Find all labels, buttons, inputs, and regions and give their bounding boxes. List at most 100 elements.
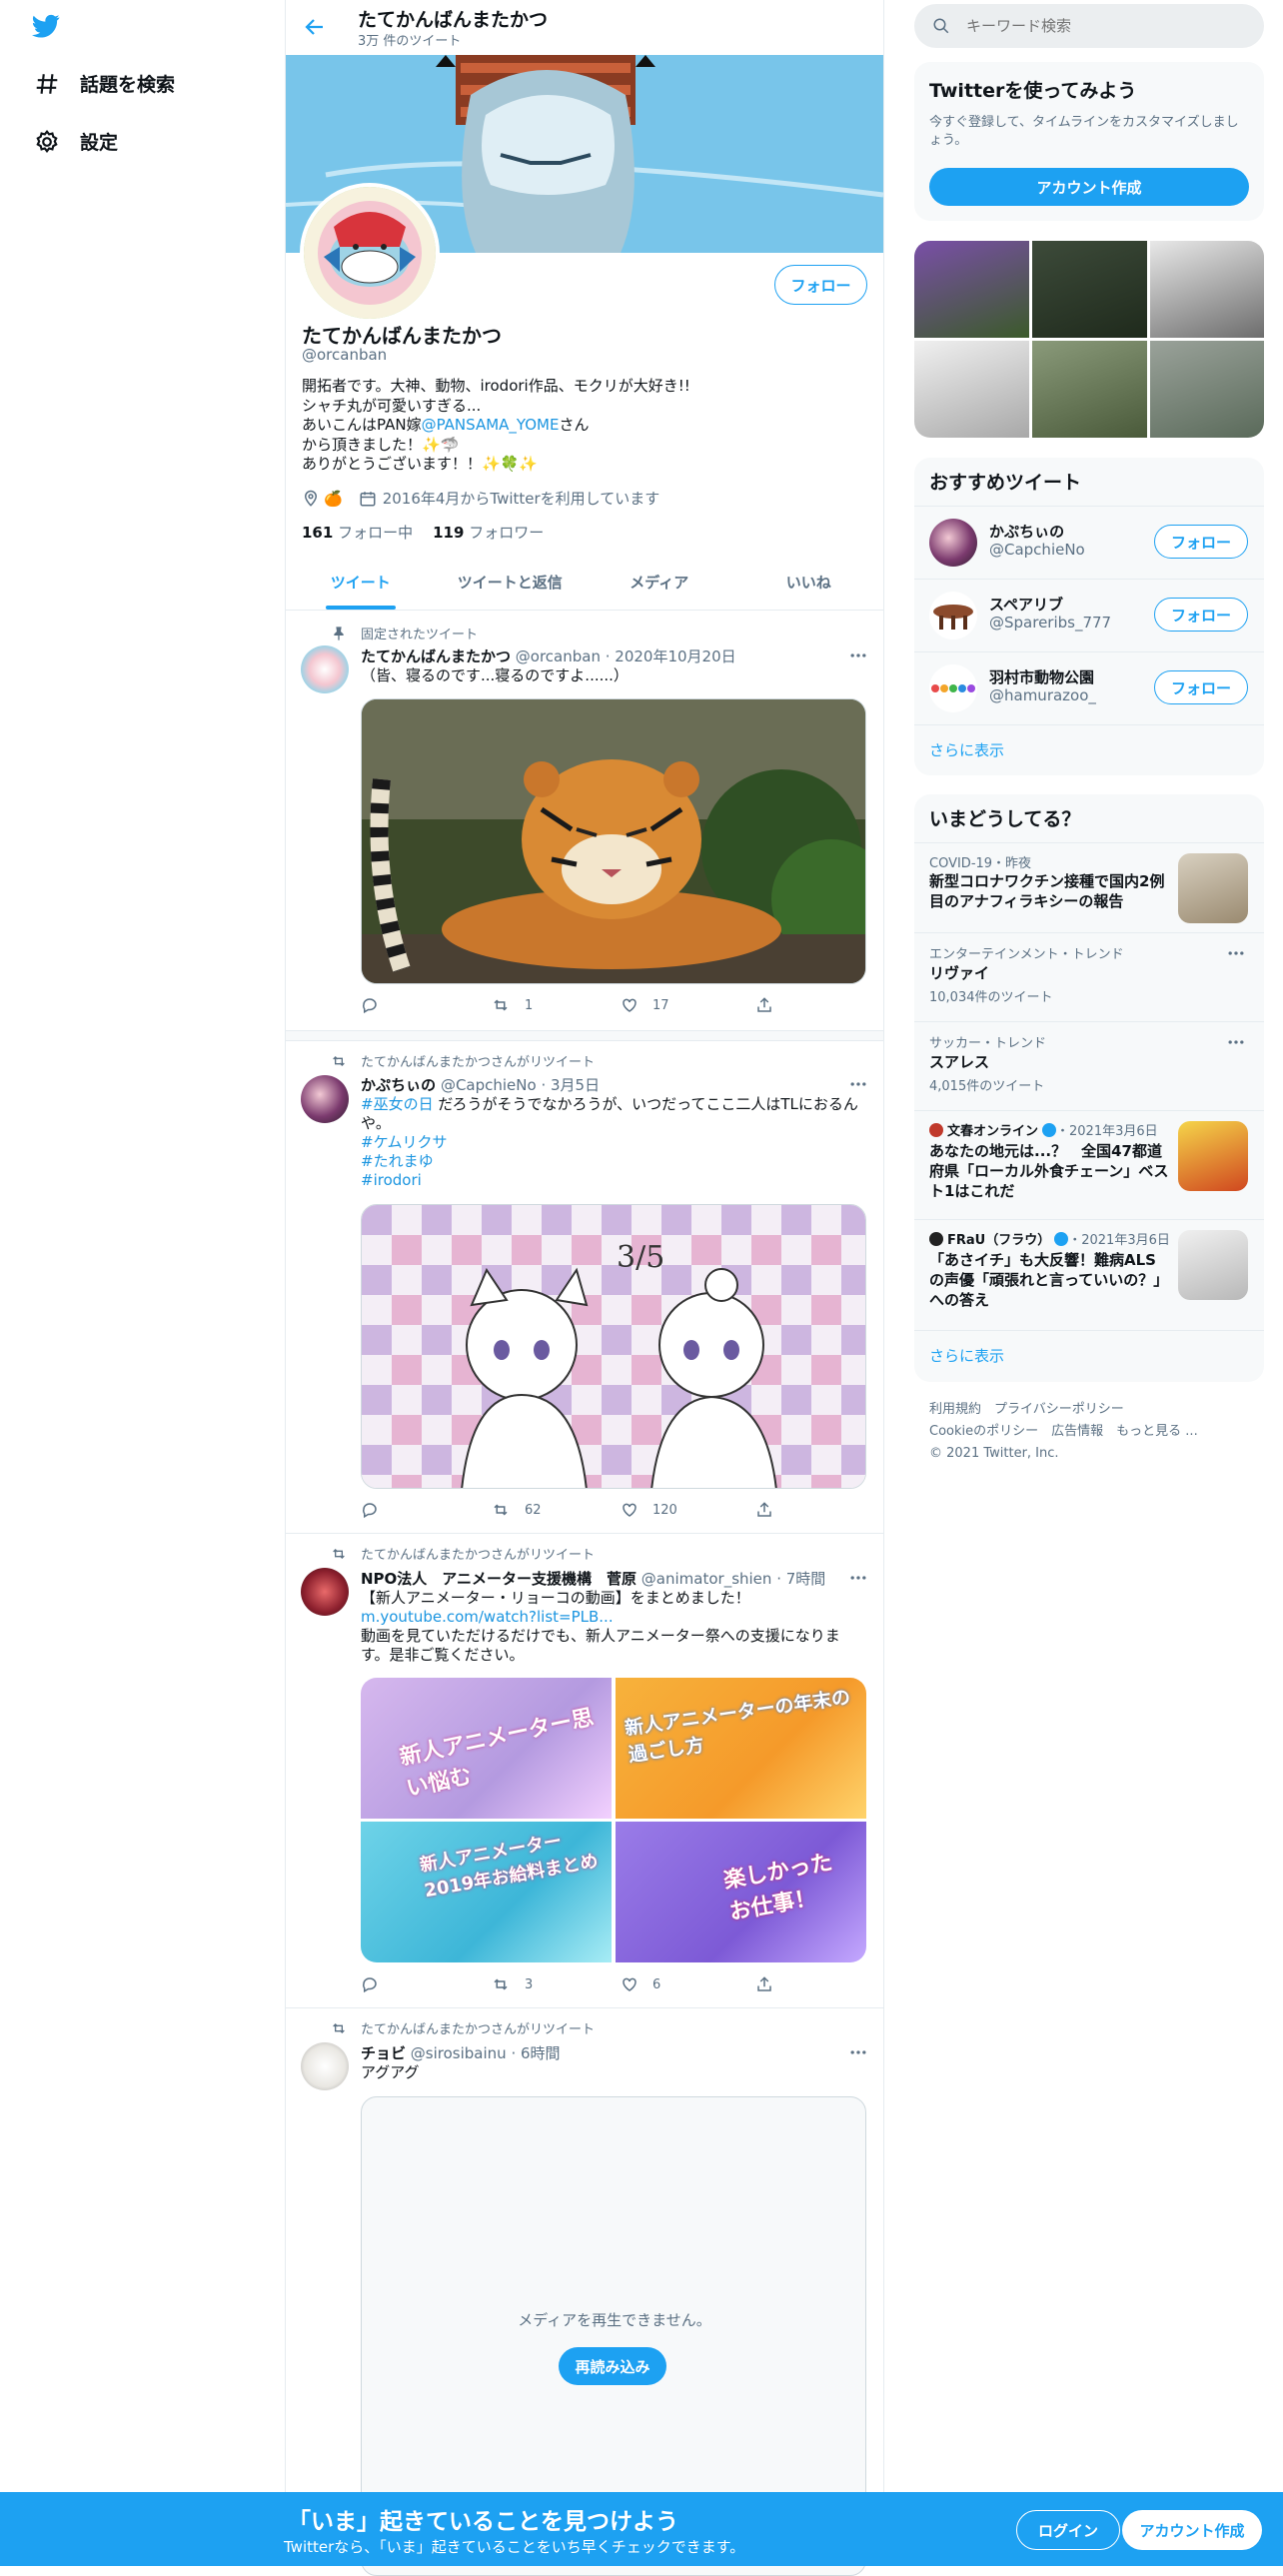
following-link[interactable]: 161 フォロー中 bbox=[302, 522, 413, 543]
suggest-follow-button[interactable]: フォロー bbox=[1154, 670, 1248, 704]
tweet-image-illustration[interactable]: 3/5 bbox=[361, 1204, 866, 1489]
search-box[interactable] bbox=[914, 4, 1264, 48]
tweet-avatar[interactable] bbox=[301, 1075, 349, 1123]
back-arrow-icon[interactable] bbox=[303, 15, 327, 39]
grid-image-title: 新人アニメーター思い悩む bbox=[397, 1705, 597, 1803]
create-account-button[interactable]: アカウント作成 bbox=[929, 168, 1249, 206]
tweet-avatar[interactable] bbox=[301, 2042, 349, 2090]
suggest-row[interactable]: 羽村市動物公園 @hamurazoo_ フォロー bbox=[914, 651, 1264, 724]
nav-explore[interactable]: 話題を検索 bbox=[34, 70, 175, 97]
tweet-time[interactable]: 7時間 bbox=[786, 1570, 826, 1588]
reply-button[interactable] bbox=[361, 1975, 393, 1993]
profile-avatar[interactable] bbox=[300, 183, 440, 323]
grid-image[interactable]: 新人アニメーター思い悩む bbox=[361, 1678, 612, 1819]
more-options-icon[interactable] bbox=[848, 645, 868, 665]
suggest-follow-button[interactable]: フォロー bbox=[1154, 525, 1248, 559]
tweet-image-tiger[interactable] bbox=[361, 698, 866, 984]
trends-title: いまどうしてる？ bbox=[929, 808, 1081, 830]
share-button[interactable] bbox=[755, 996, 787, 1014]
news-item[interactable]: FRaU（フラウ） ・2021年3月6日 「あさイチ」も大反響！難病ALSの声優… bbox=[914, 1219, 1264, 1330]
followers-link[interactable]: 119 フォロワー bbox=[433, 522, 544, 543]
retweet-button[interactable]: 3 bbox=[491, 1975, 533, 1993]
tweet-time[interactable]: 3月5日 bbox=[551, 1076, 600, 1094]
grid-image[interactable]: 楽しかったお仕事！ bbox=[616, 1822, 866, 1962]
show-more-link[interactable]: さらに表示 bbox=[929, 1345, 1004, 1366]
bio-mention-link[interactable]: @PANSAMA_YOME bbox=[422, 416, 560, 434]
tab-tweets[interactable]: ツイート bbox=[286, 555, 436, 610]
more-options-icon[interactable] bbox=[848, 1568, 868, 1588]
show-more-row[interactable]: さらに表示 bbox=[914, 1330, 1264, 1382]
footer-link[interactable]: 利用規約 bbox=[929, 1402, 981, 1417]
tweet-time[interactable]: 2020年10月20日 bbox=[615, 647, 735, 665]
tweet-author-name[interactable]: チョビ bbox=[361, 2044, 406, 2062]
media-thumb[interactable] bbox=[914, 241, 1029, 338]
media-thumb[interactable] bbox=[914, 341, 1029, 438]
follow-button[interactable]: フォロー bbox=[774, 265, 867, 305]
hashtag-link[interactable]: #ケムリクサ bbox=[361, 1133, 448, 1151]
reload-button[interactable]: 再読み込み bbox=[559, 2347, 666, 2385]
footer-link[interactable]: Cookieのポリシー bbox=[929, 1424, 1038, 1439]
more-options-icon[interactable] bbox=[848, 1074, 868, 1094]
like-button[interactable]: 6 bbox=[621, 1975, 660, 1993]
footer-link[interactable]: プライバシーポリシー bbox=[994, 1402, 1124, 1417]
hashtag-link[interactable]: #巫女の日 bbox=[361, 1095, 434, 1113]
tab-likes[interactable]: いいね bbox=[734, 555, 884, 610]
tweet-author-name[interactable]: たてかんばんまたかつ bbox=[361, 647, 511, 665]
tab-tweets-and-replies[interactable]: ツイートと返信 bbox=[436, 555, 586, 610]
trend-item[interactable]: サッカー・トレンド スアレス 4,015件のツイート bbox=[914, 1021, 1264, 1110]
media-thumb[interactable] bbox=[1150, 341, 1264, 438]
suggest-avatar[interactable] bbox=[929, 664, 977, 712]
signup-button[interactable]: アカウント作成 bbox=[1122, 2510, 1262, 2550]
retweet-button[interactable]: 62 bbox=[491, 1501, 542, 1519]
more-options-icon[interactable] bbox=[1226, 1032, 1246, 1052]
share-button[interactable] bbox=[755, 1975, 787, 1993]
suggest-avatar[interactable] bbox=[929, 519, 977, 567]
hashtag-link[interactable]: #たれまゆ bbox=[361, 1152, 434, 1170]
tweet[interactable]: たてかんばんまたかつさんがリツイート チョビ @sirosibainu · 6時… bbox=[286, 2009, 883, 2576]
footer-link[interactable]: もっと見る ... bbox=[1116, 1424, 1198, 1439]
tweet[interactable]: 固定されたツイート たてかんばんまたかつ @orcanban · 2020年10… bbox=[286, 612, 883, 1031]
nav-settings[interactable]: 設定 bbox=[34, 128, 118, 155]
trend-item[interactable]: エンターテインメント・トレンド リヴァイ 10,034件のツイート bbox=[914, 932, 1264, 1021]
tweet[interactable]: たてかんばんまたかつさんがリツイート NPO法人 アニメーター支援機構 菅原 @… bbox=[286, 1535, 883, 2008]
retweet-context-label: たてかんばんまたかつさんがリツイート bbox=[361, 1055, 596, 1070]
reply-button[interactable] bbox=[361, 996, 393, 1014]
suggest-row[interactable]: スペアリブ @Spareribs_777 フォロー bbox=[914, 579, 1264, 651]
share-button[interactable] bbox=[755, 1501, 787, 1519]
reply-button[interactable] bbox=[361, 1501, 393, 1519]
more-options-icon[interactable] bbox=[1226, 943, 1246, 963]
grid-image[interactable]: 新人アニメーターの年末の過ごし方 bbox=[616, 1678, 866, 1819]
tweet-link[interactable]: m.youtube.com/watch?list=PLB... bbox=[361, 1608, 868, 1627]
like-button[interactable]: 120 bbox=[621, 1501, 677, 1519]
tweet-time[interactable]: 6時間 bbox=[521, 2044, 561, 2062]
suggest-avatar[interactable] bbox=[929, 592, 977, 640]
tweet-avatar[interactable] bbox=[301, 645, 349, 693]
like-button[interactable]: 17 bbox=[621, 996, 669, 1014]
tweet[interactable]: たてかんばんまたかつさんがリツイート かぷちぃの @CapchieNo · 3月… bbox=[286, 1042, 883, 1534]
suggest-row[interactable]: かぷちぃの @CapchieNo フォロー bbox=[914, 506, 1264, 579]
more-options-icon[interactable] bbox=[848, 2042, 868, 2062]
retweet-button[interactable]: 1 bbox=[491, 996, 533, 1014]
suggest-title: おすすめツイート bbox=[929, 472, 1082, 494]
footer-link[interactable]: 広告情報 bbox=[1051, 1424, 1103, 1439]
media-thumb[interactable] bbox=[1032, 341, 1147, 438]
search-input[interactable] bbox=[966, 17, 1236, 35]
trend-item[interactable]: COVID-19・昨夜 新型コロナワクチン接種で国内2例目のアナフィラキシーの報… bbox=[914, 842, 1264, 932]
tweet-author-name[interactable]: かぷちぃの bbox=[361, 1076, 436, 1094]
tab-media[interactable]: メディア bbox=[585, 555, 734, 610]
show-more-row[interactable]: さらに表示 bbox=[914, 724, 1264, 775]
show-more-link[interactable]: さらに表示 bbox=[929, 739, 1004, 760]
media-thumb[interactable] bbox=[1032, 241, 1147, 338]
media-thumb[interactable] bbox=[1150, 241, 1264, 338]
tweet-header: チョビ @sirosibainu · 6時間 bbox=[361, 2044, 561, 2062]
news-item[interactable]: 文春オンライン ・2021年3月6日 あなたの地元は...？ 全国47都道府県「… bbox=[914, 1110, 1264, 1219]
tweet-avatar[interactable] bbox=[301, 1568, 349, 1616]
grid-image-title: 新人アニメーター2019年お給料まとめ bbox=[418, 1831, 601, 1903]
suggest-follow-button[interactable]: フォロー bbox=[1154, 598, 1248, 632]
grid-image[interactable]: 新人アニメーター2019年お給料まとめ bbox=[361, 1822, 612, 1962]
tweet-author-name[interactable]: NPO法人 アニメーター支援機構 菅原 bbox=[361, 1570, 637, 1588]
twitter-logo-icon[interactable] bbox=[30, 12, 62, 40]
hashtag-link[interactable]: #irodori bbox=[361, 1171, 422, 1189]
login-button[interactable]: ログイン bbox=[1016, 2510, 1120, 2550]
followers-count: 119 bbox=[433, 524, 465, 542]
